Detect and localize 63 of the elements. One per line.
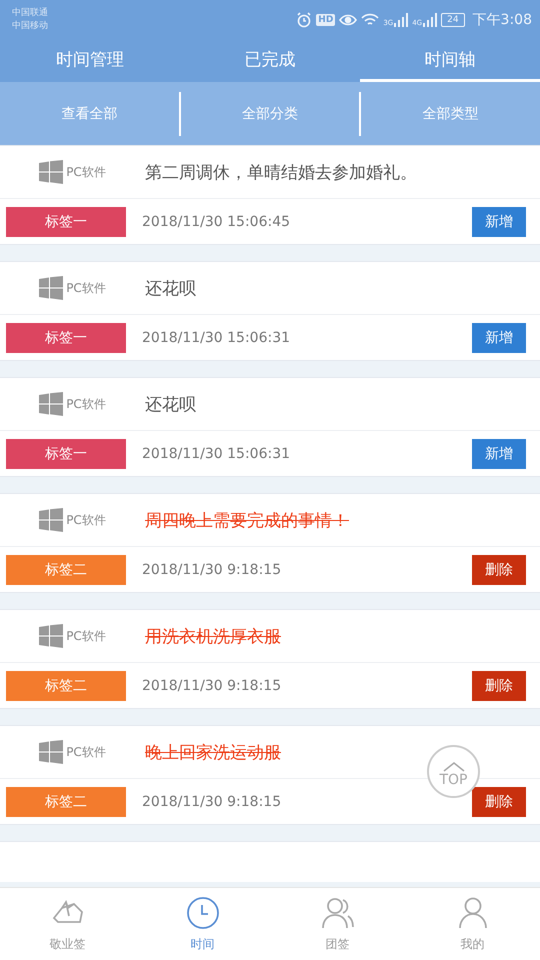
hd-badge: HD	[316, 14, 336, 26]
add-button[interactable]: 新增	[472, 322, 526, 352]
windows-icon	[39, 276, 64, 300]
tag-label: 标签一	[6, 322, 126, 352]
people-icon	[320, 896, 356, 930]
timestamp: 2018/11/30 15:06:31	[142, 446, 292, 462]
delete-button[interactable]: 删除	[472, 786, 526, 816]
timestamp: 2018/11/30 15:06:31	[142, 330, 292, 346]
nav-item[interactable]: 时间	[135, 888, 270, 960]
delete-button[interactable]: 删除	[472, 670, 526, 700]
timestamp: 2018/11/30 9:18:15	[142, 794, 282, 810]
source-label: PC软件	[66, 512, 106, 528]
chevron-up-icon	[442, 762, 464, 772]
entry-title: 还花呗	[145, 394, 196, 416]
alarm-icon	[296, 12, 312, 28]
carrier-name: 中国移动	[12, 21, 48, 32]
tab[interactable]: 已完成	[180, 40, 360, 82]
entry-title: 周四晚上需要完成的事情！	[145, 510, 349, 532]
entry-card[interactable]: PC软件 第二周调休，单晴结婚去参加婚礼。 标签一 2018/11/30 15:06:45 新增	[0, 145, 540, 245]
nav-item[interactable]: 我的	[405, 888, 540, 960]
tab[interactable]: 时间管理	[0, 40, 180, 82]
entry-card[interactable]: PC软件 还花呗 标签一 2018/11/30 15:06:31 新增	[0, 261, 540, 361]
add-button[interactable]: 新增	[472, 206, 526, 236]
entry-title: 晚上回家洗运动服	[145, 742, 281, 764]
windows-icon	[39, 740, 64, 764]
windows-icon	[39, 160, 64, 184]
signal-icon	[394, 13, 408, 27]
delete-button[interactable]: 删除	[472, 554, 526, 584]
clock-icon	[184, 896, 220, 930]
carrier-name: 中国联通	[12, 8, 48, 19]
wifi-icon	[361, 13, 380, 27]
signal-icon	[423, 13, 438, 27]
windows-icon	[39, 508, 64, 532]
tag-label: 标签二	[6, 670, 126, 700]
filter-option[interactable]: 全部类型	[359, 92, 540, 136]
source-label: PC软件	[66, 744, 106, 760]
nav-item[interactable]: 敬业签	[0, 888, 135, 960]
tag-label: 标签二	[6, 554, 126, 584]
entry-title: 第二周调休，单晴结婚去参加婚礼。	[145, 162, 417, 184]
tag-label: 标签二	[6, 786, 126, 816]
add-button[interactable]: 新增	[472, 438, 526, 468]
tag-label: 标签一	[6, 206, 126, 236]
windows-icon	[39, 392, 64, 416]
source-label: PC软件	[66, 396, 106, 412]
filter-option[interactable]: 全部分类	[178, 92, 360, 136]
filter-option[interactable]: 查看全部	[0, 92, 179, 136]
entry-title: 还花呗	[145, 278, 196, 300]
source-label: PC软件	[66, 280, 106, 296]
tag-label: 标签一	[6, 438, 126, 468]
timestamp: 2018/11/30 9:18:15	[142, 562, 282, 578]
timestamp: 2018/11/30 9:18:15	[142, 678, 282, 694]
battery-level: 24	[441, 13, 465, 27]
clock-time: 下午3:08	[472, 11, 532, 29]
timestamp: 2018/11/30 15:06:45	[142, 214, 292, 230]
eye-icon	[339, 13, 358, 27]
entry-card[interactable]: PC软件 周四晚上需要完成的事情！ 标签二 2018/11/30 9:18:15 删除	[0, 493, 540, 593]
entry-card[interactable]: PC软件 用洗衣机洗厚衣服 标签二 2018/11/30 9:18:15 删除	[0, 609, 540, 709]
windows-icon	[39, 624, 64, 648]
entry-title: 用洗衣机洗厚衣服	[145, 626, 281, 648]
source-label: PC软件	[66, 628, 106, 644]
nav-item[interactable]: 团签	[270, 888, 405, 960]
entry-card[interactable]: PC软件 还花呗 标签一 2018/11/30 15:06:31 新增	[0, 377, 540, 477]
source-label: PC软件	[66, 164, 106, 180]
